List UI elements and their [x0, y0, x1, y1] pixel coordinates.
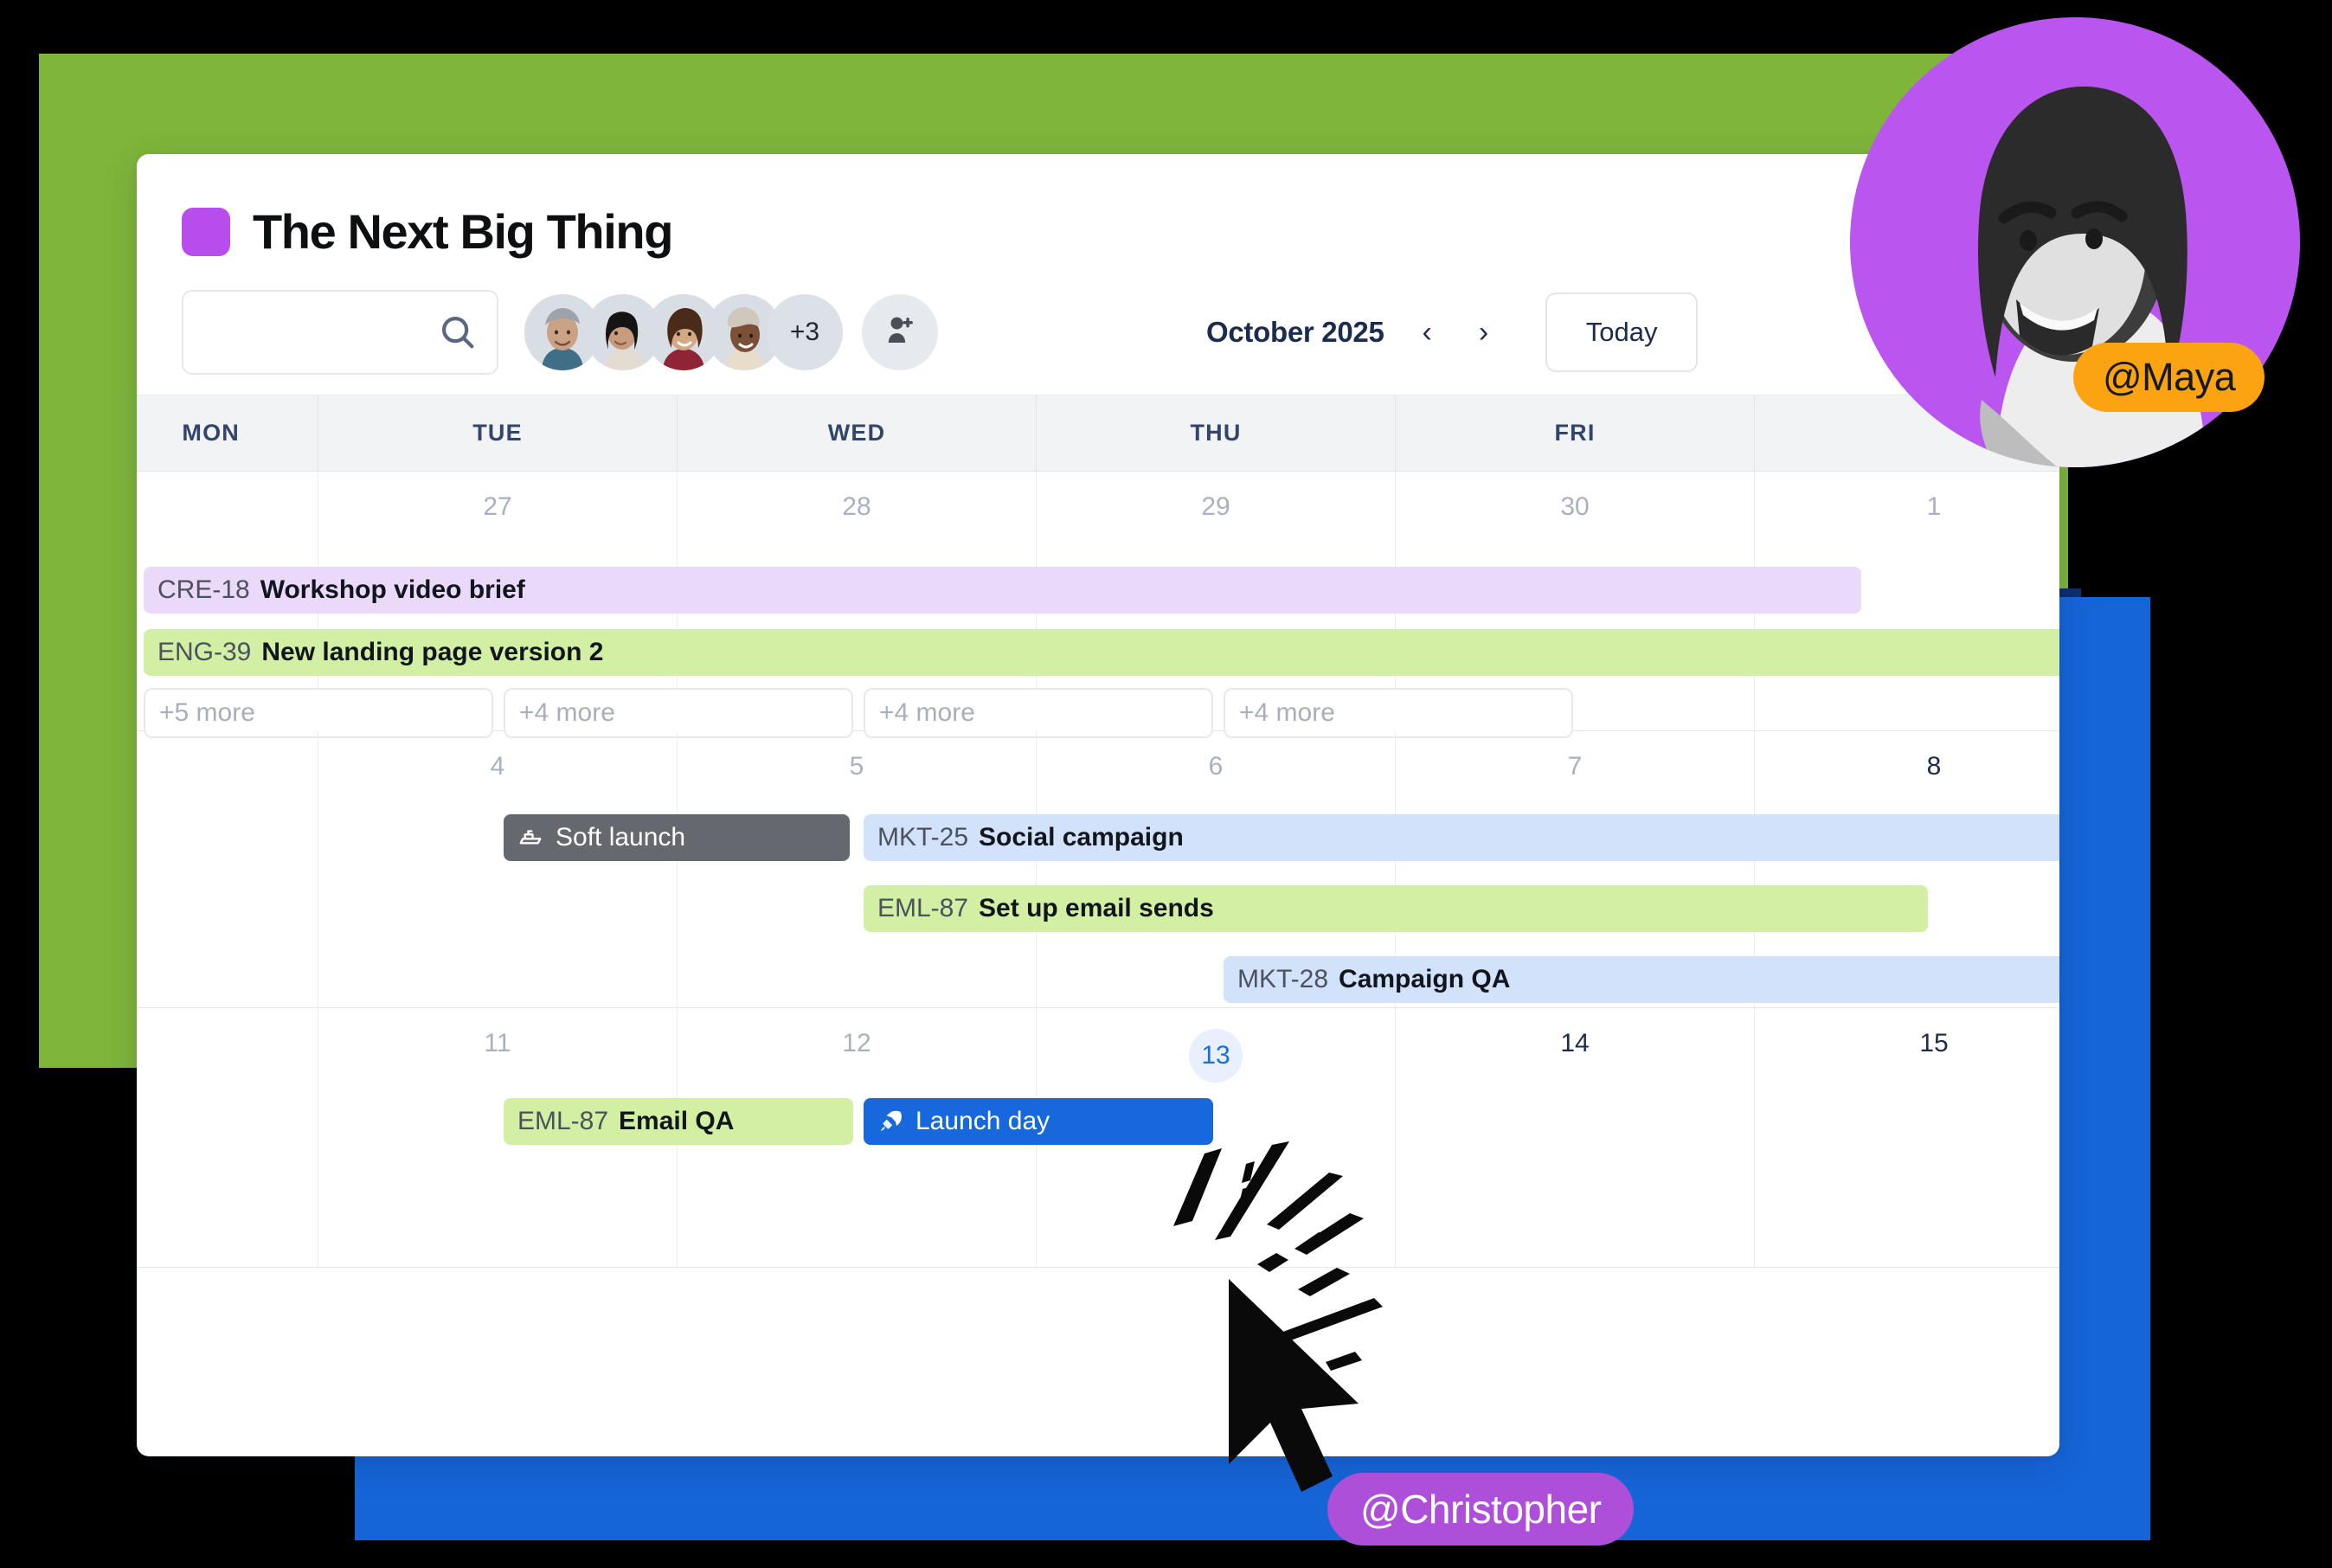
calendar-week-row: 4 5 6 7 8 Soft launch MKT-25 Social camp… [137, 731, 2059, 1008]
calendar-day-cell[interactable]: 15 [1755, 1008, 2059, 1267]
today-number-pill: 13 [1189, 1029, 1243, 1083]
day-number: 14 [1560, 1029, 1590, 1057]
day-number: 11 [484, 1029, 511, 1057]
calendar-event-chip[interactable]: Soft launch [504, 814, 850, 861]
event-key: MKT-28 [1237, 965, 1329, 993]
calendar-event-chip[interactable]: ENG-39 New landing page version 2 [144, 629, 2059, 676]
day-number: 1 [1926, 492, 1942, 521]
persona-badge-christopher: @Christopher [1327, 1473, 1635, 1546]
calendar-header-tue: TUE [318, 395, 678, 471]
calendar-week-row: 11 12 13 14 15 EML-87 Email QA Launch da… [137, 1008, 2059, 1268]
calendar-day-cell[interactable] [137, 1008, 318, 1267]
event-key: EML-87 [517, 1107, 609, 1135]
calendar-header-mon: MON [137, 395, 318, 471]
day-number: 15 [1919, 1029, 1949, 1057]
calendar-day-cell[interactable]: 14 [1396, 1008, 1755, 1267]
calendar-event-chip[interactable]: EML-87 Email QA [504, 1098, 853, 1145]
day-number: 29 [1201, 492, 1230, 521]
day-number: 5 [849, 752, 864, 781]
today-button[interactable]: Today [1545, 292, 1699, 372]
current-month-label: October 2025 [1206, 316, 1384, 348]
day-number: 30 [1560, 492, 1590, 521]
rocket-icon [877, 1109, 903, 1134]
date-navigation: October 2025 ‹ › Today [1206, 292, 1699, 372]
event-title: Email QA [619, 1107, 735, 1135]
ship-icon [517, 825, 543, 851]
prev-month-button[interactable]: ‹ [1414, 314, 1441, 350]
calendar-grid: MON TUE WED THU FRI 27 28 29 30 1 CRE-18… [137, 395, 2059, 1268]
day-number: 28 [842, 492, 871, 521]
member-avatar-stack[interactable]: +3 [524, 294, 938, 370]
persona-badge-maya: @Maya [2073, 343, 2265, 412]
calendar-toolbar: +3 October 2025 ‹ › Today [137, 256, 2059, 375]
event-title: Campaign QA [1339, 965, 1511, 993]
search-box[interactable] [182, 290, 498, 375]
event-title: Social campaign [979, 823, 1184, 851]
day-number-today: 13 [1037, 1008, 1395, 1083]
calendar-event-chip[interactable]: CRE-18 Workshop video brief [144, 567, 1861, 614]
calendar-header-wed: WED [678, 395, 1037, 471]
calendar-header-row: MON TUE WED THU FRI [137, 395, 2059, 472]
app-header: The Next Big Thing [137, 154, 2059, 256]
avatar-overflow-count[interactable]: +3 [767, 294, 843, 370]
event-title: Launch day [915, 1107, 1050, 1135]
event-title: Workshop video brief [260, 575, 525, 604]
event-key: CRE-18 [157, 575, 250, 604]
day-number: 27 [483, 492, 512, 521]
add-person-button[interactable] [862, 294, 938, 370]
event-title: Set up email sends [979, 894, 1214, 922]
calendar-header-thu: THU [1037, 395, 1396, 471]
day-number: 7 [1567, 752, 1583, 781]
project-color-swatch [182, 208, 230, 256]
event-key: EML-87 [877, 894, 969, 922]
calendar-event-chip[interactable]: EML-87 Set up email sends [864, 885, 1928, 932]
day-number: 12 [842, 1029, 871, 1057]
add-person-icon [882, 312, 918, 353]
event-key: MKT-25 [877, 823, 969, 851]
day-number: 6 [1208, 752, 1224, 781]
day-number: 8 [1926, 752, 1942, 781]
calendar-event-chip[interactable]: MKT-25 Social campaign [864, 814, 2059, 861]
calendar-day-cell[interactable] [137, 731, 318, 1007]
day-number: 4 [490, 752, 505, 781]
calendar-day-cell[interactable]: 4 [318, 731, 678, 1007]
calendar-week-row: 27 28 29 30 1 CRE-18 Workshop video brie… [137, 472, 2059, 738]
event-key: ENG-39 [157, 638, 252, 666]
event-title: New landing page version 2 [261, 638, 604, 666]
page-title: The Next Big Thing [253, 204, 673, 259]
calendar-day-cell[interactable]: 5 [678, 731, 1037, 1007]
calendar-event-chip[interactable]: MKT-28 Campaign QA [1224, 956, 2059, 1003]
event-title: Soft launch [556, 823, 686, 851]
next-month-button[interactable]: › [1470, 314, 1497, 350]
search-input[interactable] [183, 292, 497, 373]
calendar-header-fri: FRI [1396, 395, 1755, 471]
calendar-event-chip-launch-day[interactable]: Launch day [864, 1098, 1213, 1145]
calendar-app-window: The Next Big Thing +3 October 2025 ‹ › T… [137, 154, 2059, 1456]
